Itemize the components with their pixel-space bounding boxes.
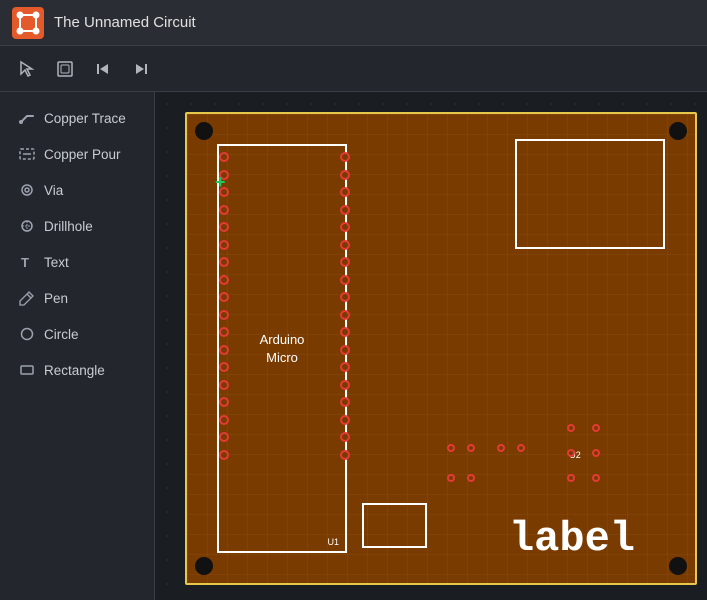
step-back-button[interactable] <box>86 52 120 86</box>
u2-pin-dot <box>592 424 600 432</box>
drillhole-label: Drillhole <box>44 219 93 234</box>
pin-dot <box>340 397 350 407</box>
app-title: The Unnamed Circuit <box>54 14 196 31</box>
step-forward-button[interactable] <box>124 52 158 86</box>
corner-hole-tl <box>195 122 213 140</box>
pin-dot <box>219 450 229 460</box>
pin-dot <box>340 380 350 390</box>
pin-dot <box>219 415 229 425</box>
pin-dot <box>219 362 229 372</box>
sidebar: Copper Trace Copper Pour Via <box>0 92 155 600</box>
pin-dot <box>340 257 350 267</box>
arduino-micro-label: ArduinoMicro <box>260 330 305 366</box>
app-logo <box>12 7 44 39</box>
u2-pin-dot <box>567 424 575 432</box>
sidebar-item-copper-pour[interactable]: Copper Pour <box>8 138 146 170</box>
pin-dot <box>219 310 229 320</box>
circle-icon <box>18 325 36 343</box>
sidebar-item-drillhole[interactable]: Drillhole <box>8 210 146 242</box>
text-icon: T <box>18 253 36 271</box>
u2-pin-dot <box>592 474 600 482</box>
pin-dot <box>340 170 350 180</box>
svg-text:T: T <box>21 255 29 270</box>
pin-dot <box>340 345 350 355</box>
pin-dot <box>340 415 350 425</box>
toolbar <box>0 46 707 92</box>
via-icon <box>18 181 36 199</box>
copper-pour-label: Copper Pour <box>44 147 121 162</box>
sidebar-item-via[interactable]: Via <box>8 174 146 206</box>
pin-dot <box>340 205 350 215</box>
pin-dot <box>340 222 350 232</box>
arduino-micro-component: ArduinoMicro U1 <box>217 144 347 553</box>
pin-dot <box>219 380 229 390</box>
text-label: Text <box>44 255 69 270</box>
pin-dot <box>219 432 229 442</box>
u2-pin-dot <box>567 474 575 482</box>
main-area: Copper Trace Copper Pour Via <box>0 92 707 600</box>
rectangle-icon <box>18 361 36 379</box>
via-label: Via <box>44 183 63 198</box>
frame-tool-button[interactable] <box>48 52 82 86</box>
pin-dot <box>340 362 350 372</box>
sidebar-item-rectangle[interactable]: Rectangle <box>8 354 146 386</box>
pin-dot <box>219 240 229 250</box>
pin-dot <box>219 222 229 232</box>
rectangle-label: Rectangle <box>44 363 105 378</box>
pin-dot <box>340 310 350 320</box>
u2-pin-dot <box>467 444 475 452</box>
rect-component-bottom-left <box>362 503 427 548</box>
copper-trace-label: Copper Trace <box>44 111 126 126</box>
pin-dot <box>219 205 229 215</box>
corner-hole-bl <box>195 557 213 575</box>
u2-pin-dot <box>592 449 600 457</box>
u2-pin-dot <box>467 474 475 482</box>
board-label-text: label <box>509 515 635 563</box>
pen-label: Pen <box>44 291 68 306</box>
rect-component-top-right <box>515 139 665 249</box>
corner-hole-tr <box>669 122 687 140</box>
corner-hole-br <box>669 557 687 575</box>
pin-dot <box>219 397 229 407</box>
u2-pin-dot <box>567 449 575 457</box>
sidebar-item-copper-trace[interactable]: Copper Trace <box>8 102 146 134</box>
selection-tool-button[interactable] <box>10 52 44 86</box>
pcb-board: + ArduinoMicro U1 U2 label <box>185 112 697 585</box>
pin-dot <box>219 152 229 162</box>
canvas-area[interactable]: + ArduinoMicro U1 U2 label <box>155 92 707 600</box>
u2-pin-dot <box>447 474 455 482</box>
pin-dot <box>219 327 229 337</box>
pin-dot <box>340 432 350 442</box>
pin-dot <box>340 275 350 285</box>
sidebar-item-text[interactable]: T Text <box>8 246 146 278</box>
u2-pin-dot <box>497 444 505 452</box>
copper-pour-icon <box>18 145 36 163</box>
u2-pin-dot <box>447 444 455 452</box>
circle-label: Circle <box>44 327 79 342</box>
pin-dot <box>340 187 350 197</box>
pin-dot <box>340 327 350 337</box>
pin-dot <box>219 257 229 267</box>
copper-trace-icon <box>18 109 36 127</box>
pin-dot <box>340 450 350 460</box>
pin-dot <box>219 275 229 285</box>
pen-icon <box>18 289 36 307</box>
pin-dot <box>340 240 350 250</box>
u2-pin-dot <box>517 444 525 452</box>
title-bar: The Unnamed Circuit <box>0 0 707 46</box>
sidebar-item-pen[interactable]: Pen <box>8 282 146 314</box>
pin-dot <box>219 292 229 302</box>
pin-dot <box>219 345 229 355</box>
crosshair: + <box>215 172 226 193</box>
drillhole-icon <box>18 217 36 235</box>
pin-dot <box>340 152 350 162</box>
sidebar-item-circle[interactable]: Circle <box>8 318 146 350</box>
pin-dot <box>340 292 350 302</box>
arduino-ref-label: U1 <box>327 537 339 547</box>
